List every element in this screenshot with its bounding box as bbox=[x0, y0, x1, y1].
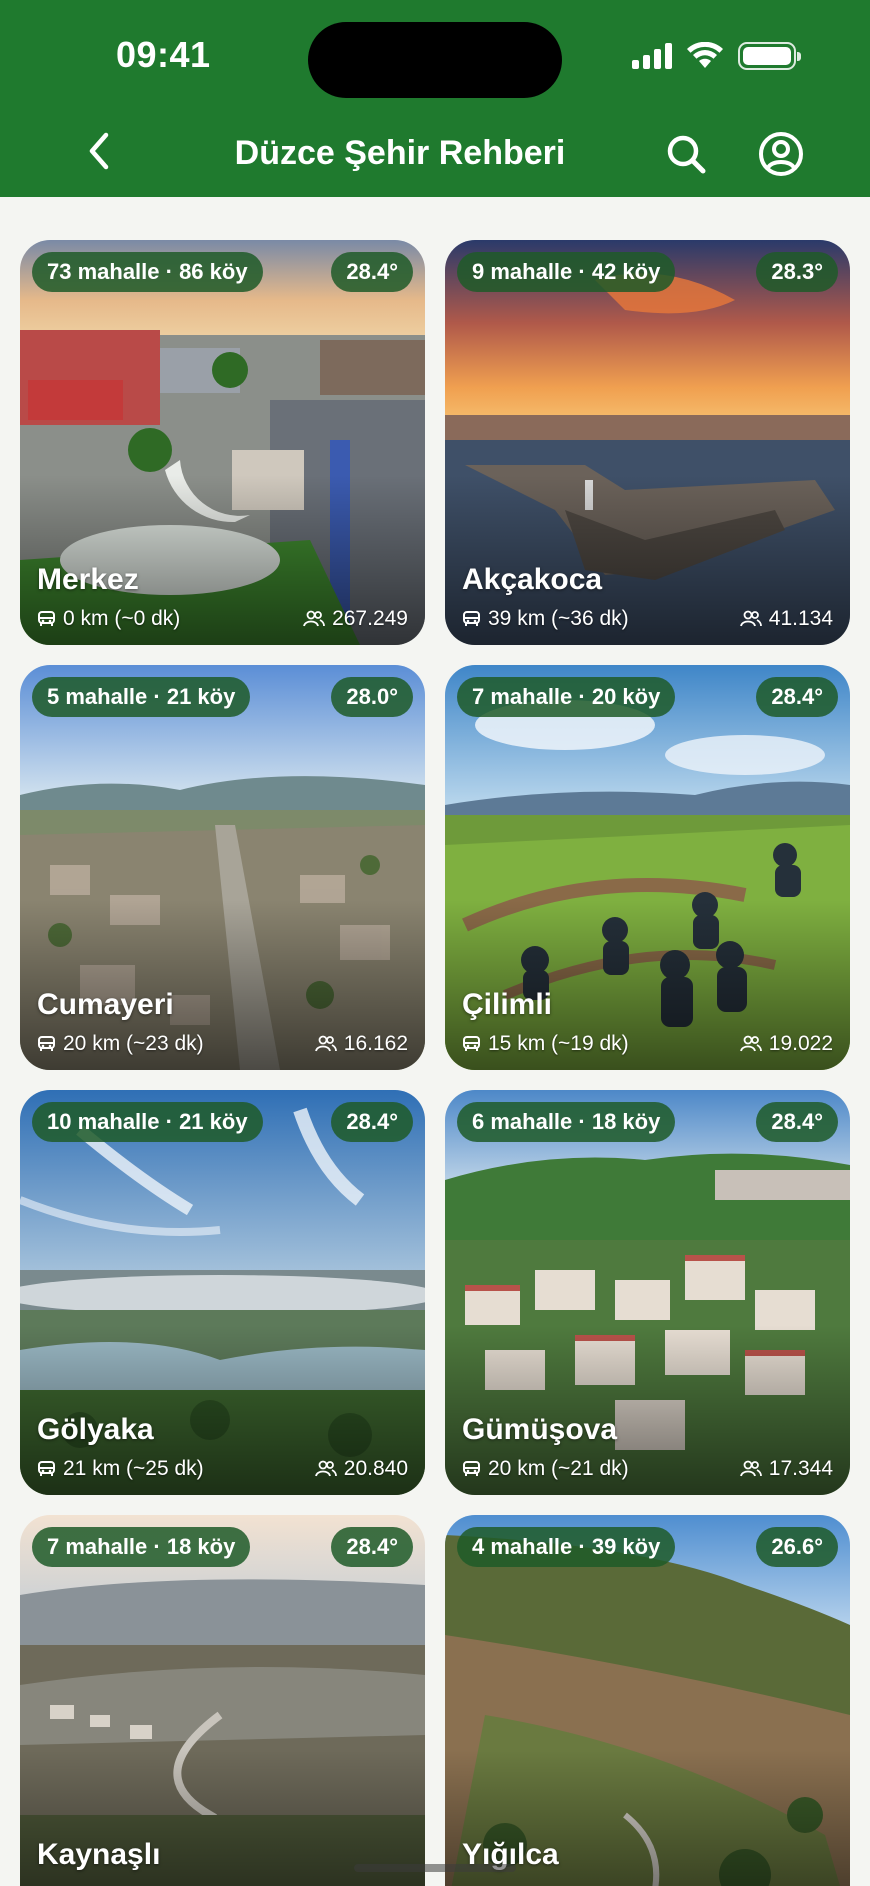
temperature-badge: 28.4° bbox=[331, 252, 413, 292]
population-text: 16.162 bbox=[343, 1032, 408, 1055]
neighborhood-count-badge: 7 mahalle · 20 köy bbox=[457, 677, 676, 717]
temperature-badge: 28.4° bbox=[331, 1527, 413, 1567]
distance-text: 39 km (~36 dk) bbox=[488, 607, 629, 630]
district-meta: 39 km (~36 dk) 41.134 bbox=[462, 607, 833, 631]
district-meta: 0 km (~0 dk) 267.249 bbox=[37, 607, 408, 631]
district-card[interactable]: 73 mahalle · 86 köy 28.4° Merkez 0 km (~… bbox=[20, 240, 425, 645]
district-grid: 73 mahalle · 86 köy 28.4° Merkez 0 km (~… bbox=[20, 240, 850, 1886]
car-icon bbox=[38, 1036, 55, 1051]
cellular-signal-icon bbox=[632, 43, 672, 69]
population-text: 267.249 bbox=[332, 607, 408, 630]
population-text: 20.840 bbox=[343, 1457, 408, 1480]
temperature-badge: 28.4° bbox=[756, 677, 838, 717]
car-icon bbox=[38, 611, 55, 626]
search-button[interactable] bbox=[662, 130, 712, 180]
district-name: Kaynaşlı bbox=[37, 1838, 161, 1871]
district-name: Akçakoca bbox=[462, 563, 603, 596]
district-card[interactable]: 7 mahalle · 18 köy 28.4° Kaynaşlı bbox=[20, 1515, 425, 1886]
people-icon bbox=[314, 1460, 337, 1477]
district-name: Merkez bbox=[37, 563, 139, 596]
car-icon bbox=[38, 1461, 55, 1476]
app-screen: 09:41 Düzce Şehir Rehberi 73 mahalle · 8… bbox=[0, 0, 870, 1886]
neighborhood-count-badge: 4 mahalle · 39 köy bbox=[457, 1527, 676, 1567]
distance-text: 20 km (~21 dk) bbox=[488, 1457, 629, 1480]
wifi-icon bbox=[687, 42, 723, 68]
district-name: Gümüşova bbox=[462, 1413, 618, 1446]
battery-icon bbox=[738, 42, 801, 70]
distance-text: 15 km (~19 dk) bbox=[488, 1032, 629, 1055]
district-name: Cumayeri bbox=[37, 988, 174, 1021]
distance-text: 21 km (~25 dk) bbox=[63, 1457, 204, 1480]
car-icon bbox=[463, 611, 480, 626]
district-card[interactable]: 7 mahalle · 20 köy 28.4° Çilimli 15 km (… bbox=[445, 665, 850, 1070]
neighborhood-count-badge: 5 mahalle · 21 köy bbox=[32, 677, 251, 717]
people-icon bbox=[314, 1035, 337, 1052]
car-icon bbox=[463, 1036, 480, 1051]
district-meta: 20 km (~23 dk) 16.162 bbox=[37, 1032, 408, 1056]
district-card[interactable]: 9 mahalle · 42 köy 28.3° Akçakoca 39 km … bbox=[445, 240, 850, 645]
user-circle-icon bbox=[759, 132, 803, 176]
home-indicator bbox=[354, 1864, 516, 1872]
district-name: Gölyaka bbox=[37, 1413, 154, 1446]
temperature-badge: 28.0° bbox=[331, 677, 413, 717]
district-meta: 21 km (~25 dk) 20.840 bbox=[37, 1457, 408, 1481]
dynamic-island bbox=[308, 22, 562, 98]
neighborhood-count-badge: 73 mahalle · 86 köy bbox=[32, 252, 263, 292]
neighborhood-count-badge: 7 mahalle · 18 köy bbox=[32, 1527, 251, 1567]
distance-text: 20 km (~23 dk) bbox=[63, 1032, 204, 1055]
people-icon bbox=[739, 1460, 762, 1477]
search-icon bbox=[667, 135, 706, 174]
distance-text: 0 km (~0 dk) bbox=[63, 607, 181, 630]
temperature-badge: 26.6° bbox=[756, 1527, 838, 1567]
status-time: 09:41 bbox=[116, 34, 211, 75]
app-header: 09:41 Düzce Şehir Rehberi bbox=[0, 0, 870, 197]
population-text: 19.022 bbox=[768, 1032, 833, 1055]
district-card[interactable]: 10 mahalle · 21 köy 28.4° Gölyaka 21 km … bbox=[20, 1090, 425, 1495]
profile-button[interactable] bbox=[756, 129, 806, 179]
neighborhood-count-badge: 10 mahalle · 21 köy bbox=[32, 1102, 263, 1142]
population-text: 41.134 bbox=[768, 607, 833, 630]
temperature-badge: 28.3° bbox=[756, 252, 838, 292]
district-card[interactable]: 5 mahalle · 21 köy 28.0° Cumayeri 20 km … bbox=[20, 665, 425, 1070]
district-card[interactable]: 4 mahalle · 39 köy 26.6° Yığılca bbox=[445, 1515, 850, 1886]
district-card[interactable]: 6 mahalle · 18 köy 28.4° Gümüşova 20 km … bbox=[445, 1090, 850, 1495]
neighborhood-count-badge: 9 mahalle · 42 köy bbox=[457, 252, 676, 292]
temperature-badge: 28.4° bbox=[756, 1102, 838, 1142]
people-icon bbox=[739, 610, 762, 627]
district-name: Çilimli bbox=[462, 988, 553, 1021]
district-meta: 20 km (~21 dk) 17.344 bbox=[462, 1457, 833, 1481]
people-icon bbox=[739, 1035, 762, 1052]
people-icon bbox=[303, 610, 325, 627]
temperature-badge: 28.4° bbox=[331, 1102, 413, 1142]
neighborhood-count-badge: 6 mahalle · 18 köy bbox=[457, 1102, 676, 1142]
car-icon bbox=[463, 1461, 480, 1476]
district-meta: 15 km (~19 dk) 19.022 bbox=[462, 1032, 833, 1056]
population-text: 17.344 bbox=[768, 1457, 833, 1480]
status-icons bbox=[632, 42, 801, 70]
